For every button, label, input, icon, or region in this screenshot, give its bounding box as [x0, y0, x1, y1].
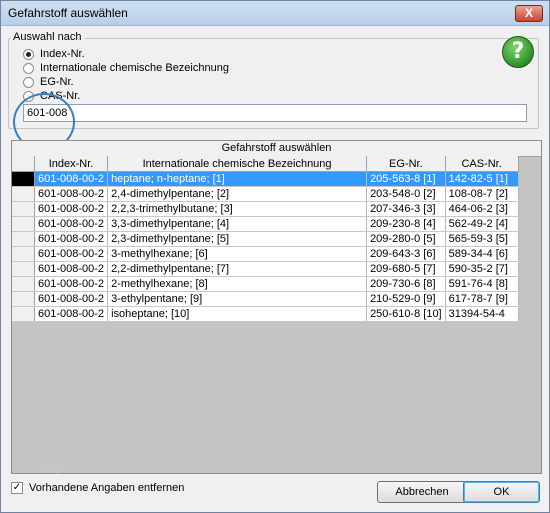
- cell-chemical-name[interactable]: 2-methylhexane; [8]: [107, 276, 368, 292]
- cell-index-nr[interactable]: 601-008-00-2: [34, 276, 109, 292]
- cell-eg-nr[interactable]: 203-548-0 [2]: [366, 186, 446, 202]
- cell-index-nr[interactable]: 601-008-00-2: [34, 171, 109, 187]
- table-row[interactable]: 601-008-00-2 2,4-dimethylpentane; [2] 203-…: [12, 186, 519, 202]
- table-row[interactable]: 601-008-00-2 heptane; n-heptane; [1] 205-5…: [12, 171, 519, 187]
- cell-eg-nr[interactable]: 209-230-8 [4]: [366, 216, 446, 232]
- radio-index-nr[interactable]: Index-Nr.: [23, 47, 85, 61]
- radio-button[interactable]: [23, 76, 34, 88]
- cell-cas-nr[interactable]: 108-08-7 [2]: [445, 186, 519, 202]
- faint-label: Neg: [41, 462, 62, 474]
- cell-eg-nr[interactable]: 209-730-6 [8]: [366, 276, 446, 292]
- cell-chemical-name[interactable]: 2,2-dimethylpentane; [7]: [107, 261, 368, 277]
- search-input[interactable]: 601-008: [23, 104, 527, 122]
- grid-caption: Gefahrstoff auswählen: [12, 141, 541, 157]
- table-row[interactable]: 601-008-00-2 3-methylhexane; [6] 209-643-3…: [12, 246, 519, 262]
- cell-index-nr[interactable]: 601-008-00-2: [34, 246, 109, 262]
- search-value: 601-008: [27, 107, 68, 119]
- cell-index-nr[interactable]: 601-008-00-2: [34, 186, 109, 202]
- radio-label: CAS-Nr.: [40, 90, 81, 102]
- cell-cas-nr[interactable]: 591-76-4 [8]: [445, 276, 519, 292]
- row-indicator[interactable]: [12, 246, 35, 262]
- cell-index-nr[interactable]: 601-008-00-2: [34, 231, 109, 247]
- cell-cas-nr[interactable]: 565-59-3 [5]: [445, 231, 519, 247]
- radio-label: Internationale chemische Bezeichnung: [40, 62, 229, 74]
- table-row[interactable]: 601-008-00-2 3,3-dimethylpentane; [4] 209-…: [12, 216, 519, 232]
- cell-eg-nr[interactable]: 207-346-3 [3]: [366, 201, 446, 217]
- radio-label: EG-Nr.: [40, 76, 74, 88]
- cell-eg-nr[interactable]: 210-529-0 [9]: [366, 291, 446, 307]
- cell-cas-nr[interactable]: 562-49-2 [4]: [445, 216, 519, 232]
- remove-entries-label: Vorhandene Angaben entfernen: [29, 482, 185, 494]
- table-row[interactable]: 601-008-00-2 2,3-dimethylpentane; [5] 209-…: [12, 231, 519, 247]
- cell-eg-nr[interactable]: 209-643-3 [6]: [366, 246, 446, 262]
- column-header-eg-nr[interactable]: EG-Nr.: [366, 156, 446, 172]
- cell-cas-nr[interactable]: 590-35-2 [7]: [445, 261, 519, 277]
- cell-index-nr[interactable]: 601-008-00-2: [34, 201, 109, 217]
- cell-chemical-name[interactable]: 2,3-dimethylpentane; [5]: [107, 231, 368, 247]
- cell-index-nr[interactable]: 601-008-00-2: [34, 261, 109, 277]
- row-indicator[interactable]: [12, 186, 35, 202]
- table-row[interactable]: 601-008-00-2 isoheptane; [10] 250-610-8 [1…: [12, 306, 519, 322]
- cancel-button[interactable]: Abbrechen: [377, 481, 467, 503]
- row-indicator[interactable]: [12, 261, 35, 277]
- row-indicator[interactable]: [12, 216, 35, 232]
- column-header-cas-nr[interactable]: CAS-Nr.: [445, 156, 519, 172]
- table-body: 601-008-00-2 heptane; n-heptane; [1] 205-5…: [12, 171, 519, 322]
- table-row[interactable]: 601-008-00-2 2,2-dimethylpentane; [7] 209-…: [12, 261, 519, 277]
- window-title: Gefahrstoff auswählen: [8, 6, 128, 20]
- cell-cas-nr[interactable]: 617-78-7 [9]: [445, 291, 519, 307]
- radio-chemical-name[interactable]: Internationale chemische Bezeichnung: [23, 61, 229, 75]
- column-header-chemical-name[interactable]: Internationale chemische Bezeichnung: [107, 156, 368, 172]
- cell-chemical-name[interactable]: heptane; n-heptane; [1]: [107, 171, 368, 187]
- table-row[interactable]: 601-008-00-2 2,2,3-trimethylbutane; [3] 20…: [12, 201, 519, 217]
- cell-cas-nr[interactable]: 589-34-4 [6]: [445, 246, 519, 262]
- row-indicator[interactable]: [12, 201, 35, 217]
- remove-entries-checkbox[interactable]: ✓: [11, 482, 23, 494]
- radio-cas-nr[interactable]: CAS-Nr.: [23, 89, 80, 103]
- selection-legend: Auswahl nach: [11, 31, 84, 43]
- cell-eg-nr[interactable]: 205-563-8 [1]: [366, 171, 446, 187]
- radio-eg-nr[interactable]: EG-Nr.: [23, 75, 74, 89]
- cell-index-nr[interactable]: 601-008-00-2: [34, 291, 109, 307]
- radio-label: Index-Nr.: [40, 48, 85, 60]
- radio-button[interactable]: [23, 48, 34, 60]
- row-indicator[interactable]: [12, 231, 35, 247]
- cell-cas-nr[interactable]: 142-82-5 [1]: [445, 171, 519, 187]
- results-table: Index-Nr. Internationale chemische Bezei…: [12, 156, 519, 322]
- row-indicator-header: [12, 156, 35, 172]
- remove-entries-checkbox-row[interactable]: ✓ Vorhandene Angaben entfernen: [11, 482, 184, 494]
- title-bar[interactable]: Gefahrstoff auswählen X: [1, 1, 549, 26]
- row-indicator[interactable]: [12, 276, 35, 292]
- row-indicator[interactable]: [12, 171, 35, 187]
- dialog-window: Gefahrstoff auswählen X Auswahl nach Ind…: [0, 0, 550, 513]
- cell-chemical-name[interactable]: 2,2,3-trimethylbutane; [3]: [107, 201, 368, 217]
- help-icon[interactable]: ?: [502, 36, 534, 68]
- table-row[interactable]: 601-008-00-2 3-ethylpentane; [9] 210-529-0…: [12, 291, 519, 307]
- close-icon: X: [524, 6, 533, 20]
- cell-chemical-name[interactable]: isoheptane; [10]: [107, 306, 368, 322]
- cell-chemical-name[interactable]: 3-methylhexane; [6]: [107, 246, 368, 262]
- row-indicator[interactable]: [12, 291, 35, 307]
- cell-cas-nr[interactable]: 31394-54-4: [445, 306, 519, 322]
- help-question-mark: ?: [511, 39, 525, 64]
- cell-eg-nr[interactable]: 250-610-8 [10]: [366, 306, 446, 322]
- cell-chemical-name[interactable]: 3,3-dimethylpentane; [4]: [107, 216, 368, 232]
- cell-cas-nr[interactable]: 464-06-2 [3]: [445, 201, 519, 217]
- radio-button[interactable]: [23, 90, 34, 102]
- row-indicator[interactable]: [12, 306, 35, 322]
- cell-eg-nr[interactable]: 209-680-5 [7]: [366, 261, 446, 277]
- ok-button[interactable]: OK: [463, 481, 540, 503]
- cell-eg-nr[interactable]: 209-280-0 [5]: [366, 231, 446, 247]
- table-header-row: Index-Nr. Internationale chemische Bezei…: [12, 156, 519, 172]
- cell-chemical-name[interactable]: 3-ethylpentane; [9]: [107, 291, 368, 307]
- results-grid[interactable]: Gefahrstoff auswählen Index-Nr. Internat…: [11, 140, 542, 474]
- close-button[interactable]: X: [515, 5, 543, 22]
- cell-index-nr[interactable]: 601-008-00-2: [34, 306, 109, 322]
- table-row[interactable]: 601-008-00-2 2-methylhexane; [8] 209-730-6…: [12, 276, 519, 292]
- column-header-index-nr[interactable]: Index-Nr.: [34, 156, 109, 172]
- radio-button[interactable]: [23, 62, 34, 74]
- cell-index-nr[interactable]: 601-008-00-2: [34, 216, 109, 232]
- cell-chemical-name[interactable]: 2,4-dimethylpentane; [2]: [107, 186, 368, 202]
